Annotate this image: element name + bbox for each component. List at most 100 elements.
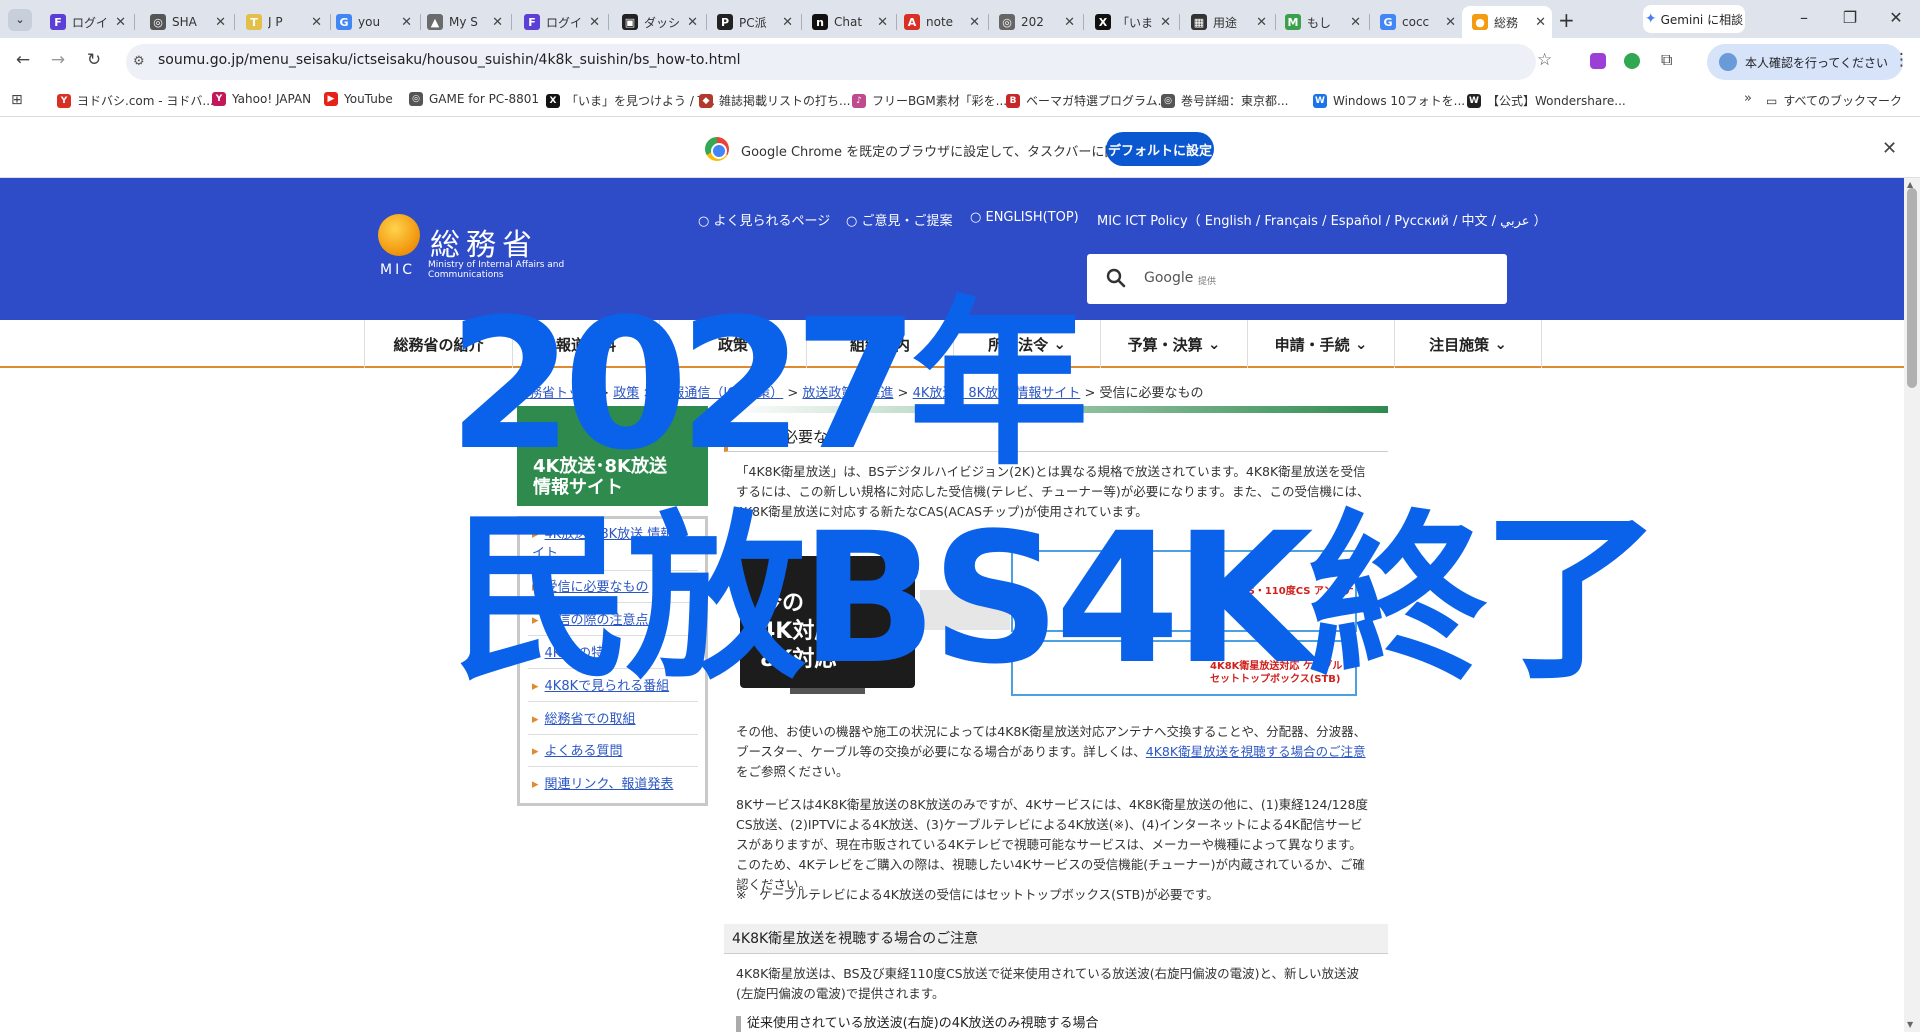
tab-label: J P: [268, 15, 283, 29]
bookmark-item[interactable]: W 【公式】Wondershare...: [1467, 92, 1626, 109]
browser-tab[interactable]: Gcocc ✕: [1370, 6, 1462, 38]
bookmark-label: ベーマガ特選プログラム...: [1026, 94, 1170, 108]
bookmark-label: ヨドバシ.com - ヨドバ...: [77, 94, 214, 108]
bookmark-item[interactable]: ♪ フリーBGM素材「彩を...: [852, 92, 1007, 109]
search-provider: 提供: [1198, 277, 1217, 287]
restore-icon[interactable]: ❐: [1838, 8, 1862, 27]
tab-close-icon[interactable]: ✕: [311, 15, 322, 30]
bookmark-item[interactable]: X 「いま」を見つけよう / T...: [546, 92, 715, 109]
extension-puzzle-purple-icon[interactable]: [1590, 53, 1606, 69]
reload-icon[interactable]: ↻: [83, 50, 105, 70]
browser-tab[interactable]: X 「いま ✕: [1085, 6, 1177, 38]
gnav-featured[interactable]: 注目施策 ⌄: [1394, 320, 1542, 368]
gemini-spark-icon: ✦: [1644, 11, 1657, 27]
stb-note: ※ ケーブルテレビによる4K放送の受信にはセットトップボックス(STB)が必要で…: [736, 887, 1219, 902]
scrollbar-thumb[interactable]: [1907, 188, 1917, 388]
gnav-budget[interactable]: 予算・決算 ⌄: [1100, 320, 1247, 368]
bookmark-item[interactable]: Y ヨドバシ.com - ヨドバ...: [57, 92, 214, 109]
tab-label: ダッシ: [644, 15, 681, 30]
tab-close-icon[interactable]: ✕: [1064, 15, 1075, 30]
bookmark-item[interactable]: ◆ 雑誌掲載リストの打ち...: [699, 92, 850, 109]
equipment-text-end: をご参照ください。: [736, 764, 849, 779]
tab-close-icon[interactable]: ✕: [589, 15, 600, 30]
tab-close-icon[interactable]: ✕: [215, 15, 226, 30]
scroll-down-icon[interactable]: ▼: [1907, 1020, 1913, 1029]
apps-grid-icon[interactable]: ⊞: [11, 92, 23, 108]
tab-close-icon[interactable]: ✕: [687, 15, 698, 30]
tab-close-icon[interactable]: ✕: [1256, 15, 1267, 30]
bookmarks-overflow-icon[interactable]: »: [1744, 91, 1752, 106]
browser-tab[interactable]: ▲ My S ✕: [417, 6, 509, 38]
browser-tab[interactable]: M もし ✕: [1275, 6, 1367, 38]
extension-green-icon[interactable]: [1624, 53, 1640, 69]
tab-search-chevron-icon[interactable]: ⌄: [8, 9, 32, 31]
set-default-button[interactable]: デフォルトに設定: [1106, 132, 1214, 166]
bookmark-label: フリーBGM素材「彩を...: [872, 94, 1008, 108]
cautions-link[interactable]: 4K8K衛星放送を視聴する場合のご注意: [1146, 744, 1366, 759]
tab-favicon-icon: M: [1285, 14, 1301, 30]
new-tab-plus-icon[interactable]: +: [1558, 8, 1575, 32]
infobar-close-icon[interactable]: ✕: [1882, 138, 1897, 159]
search-icon[interactable]: [1104, 266, 1128, 290]
all-bookmarks-button[interactable]: ▭ すべてのブックマーク: [1766, 92, 1902, 109]
bookmark-item[interactable]: B ベーマガ特選プログラム...: [1006, 92, 1169, 109]
bookmark-item[interactable]: ▶ YouTube: [324, 92, 393, 106]
bookmark-item[interactable]: ◎ 巻号詳細：東京都...: [1161, 92, 1288, 109]
tab-favicon-icon: ▲: [427, 14, 443, 30]
browser-tab[interactable]: ◎ 202 ✕: [989, 6, 1081, 38]
header-link-popular[interactable]: ○ よく見られるページ: [698, 210, 830, 229]
browser-tab[interactable]: ▦ 用途 ✕: [1181, 6, 1273, 38]
close-window-icon[interactable]: ✕: [1884, 8, 1908, 27]
tab-close-icon[interactable]: ✕: [1160, 15, 1171, 30]
header-link-languages[interactable]: MIC ICT Policy（ English / Français / Esp…: [1097, 210, 1547, 229]
tab-close-icon[interactable]: ✕: [1535, 15, 1546, 30]
tab-separator: [1083, 14, 1084, 30]
tab-close-icon[interactable]: ✕: [401, 15, 412, 30]
profile-verify-button[interactable]: 本人確認を行ってください: [1707, 44, 1903, 80]
bookmark-star-icon[interactable]: ☆: [1537, 50, 1552, 70]
sidebar-item-faq[interactable]: よくある質問: [532, 742, 697, 761]
gemini-button[interactable]: ✦ Gemini に相談: [1643, 5, 1745, 33]
sidebar-item-links[interactable]: 関連リンク、報道発表: [532, 775, 697, 794]
tab-close-icon[interactable]: ✕: [969, 15, 980, 30]
tab-close-icon[interactable]: ✕: [1445, 15, 1456, 30]
browser-tab[interactable]: Anote ✕: [894, 6, 986, 38]
tab-close-icon[interactable]: ✕: [782, 15, 793, 30]
sidebar-item-initiatives[interactable]: 総務省での取組: [532, 710, 697, 729]
site-info-icon[interactable]: ⚙: [133, 54, 145, 69]
services-paragraph: 8Kサービスは4K8K衛星放送の8K放送のみですが、4Kサービスには、4K8K衛…: [736, 797, 1369, 892]
tab-separator: [511, 14, 512, 30]
tab-favicon-icon: X: [1095, 14, 1111, 30]
forward-arrow-icon[interactable]: →: [47, 50, 69, 70]
bookmark-favicon-icon: W: [1467, 93, 1481, 108]
browser-tab[interactable]: F ログイ ✕: [40, 6, 132, 38]
tab-label: 「いま: [1117, 15, 1154, 30]
header-link-feedback[interactable]: ○ ご意見・ご提案: [846, 210, 952, 229]
gnav-applications[interactable]: 申請・手続 ⌄: [1247, 320, 1394, 368]
tab-close-icon[interactable]: ✕: [115, 15, 126, 30]
browser-tab[interactable]: ● 総務 ✕: [1462, 6, 1552, 38]
tab-close-icon[interactable]: ✕: [877, 15, 888, 30]
browser-tab[interactable]: ◎ SHA ✕: [140, 6, 232, 38]
url-text[interactable]: soumu.go.jp/menu_seisaku/ictseisaku/hous…: [158, 52, 741, 68]
browser-tab[interactable]: n Chat ✕: [802, 6, 894, 38]
tab-close-icon[interactable]: ✕: [1350, 15, 1361, 30]
bookmark-item[interactable]: Y Yahoo! JAPAN: [212, 92, 311, 106]
bookmark-item[interactable]: ◎ GAME for PC-8801: [409, 92, 539, 106]
browser-tab[interactable]: F ログイ ✕: [514, 6, 606, 38]
browser-tab[interactable]: Gyou ✕: [326, 6, 418, 38]
chrome-menu-icon[interactable]: ⋮: [1893, 50, 1910, 70]
tab-close-icon[interactable]: ✕: [492, 15, 503, 30]
extensions-puzzle-icon[interactable]: ⧉: [1661, 50, 1672, 70]
back-arrow-icon[interactable]: ←: [12, 50, 34, 70]
browser-tab[interactable]: T J P ✕: [236, 6, 328, 38]
minimize-icon[interactable]: –: [1792, 8, 1816, 27]
tab-label: PC派: [739, 15, 767, 30]
mic-logo-icon[interactable]: [378, 214, 420, 256]
header-link-english[interactable]: ○ ENGLISH(TOP): [970, 210, 1079, 225]
site-logo-kanji[interactable]: 総務省: [430, 220, 538, 264]
browser-tab[interactable]: P PC派 ✕: [707, 6, 799, 38]
browser-tab[interactable]: ▣ ダッシ ✕: [612, 6, 704, 38]
bookmark-item[interactable]: W Windows 10フォトを...: [1313, 92, 1465, 109]
bookmark-favicon-icon: ♪: [852, 93, 866, 108]
